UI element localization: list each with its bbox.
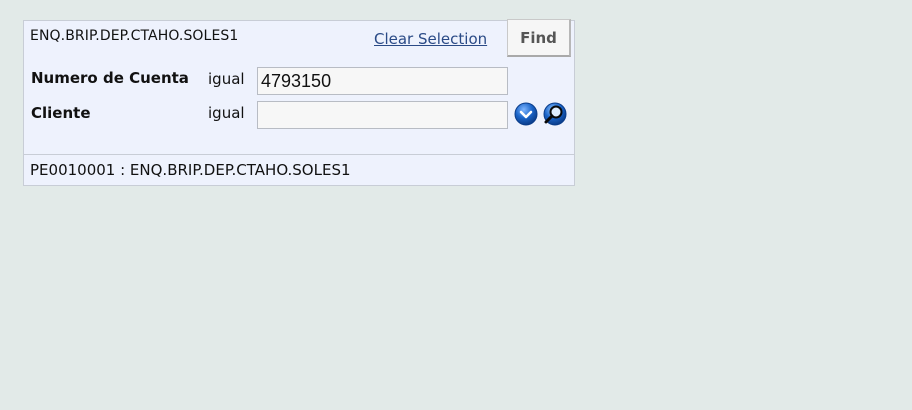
enquiry-title: ENQ.BRIP.DEP.CTAHO.SOLES1 [30, 28, 239, 44]
footer-divider [24, 154, 574, 155]
chevron-down-icon[interactable] [514, 102, 538, 126]
magnifier-icon[interactable] [540, 102, 572, 126]
numero-de-cuenta-label: Numero de Cuenta [31, 69, 189, 87]
numero-de-cuenta-operator: igual [208, 70, 245, 88]
find-button[interactable]: Find [507, 19, 571, 57]
cliente-operator: igual [208, 104, 245, 122]
enquiry-footer-id: PE0010001 : ENQ.BRIP.DEP.CTAHO.SOLES1 [30, 161, 351, 179]
cliente-label: Cliente [31, 104, 91, 122]
cliente-input[interactable] [257, 101, 508, 129]
clear-selection-link[interactable]: Clear Selection [374, 30, 487, 48]
enquiry-selection-panel: ENQ.BRIP.DEP.CTAHO.SOLES1 Clear Selectio… [23, 19, 575, 186]
numero-de-cuenta-input[interactable] [257, 67, 508, 95]
